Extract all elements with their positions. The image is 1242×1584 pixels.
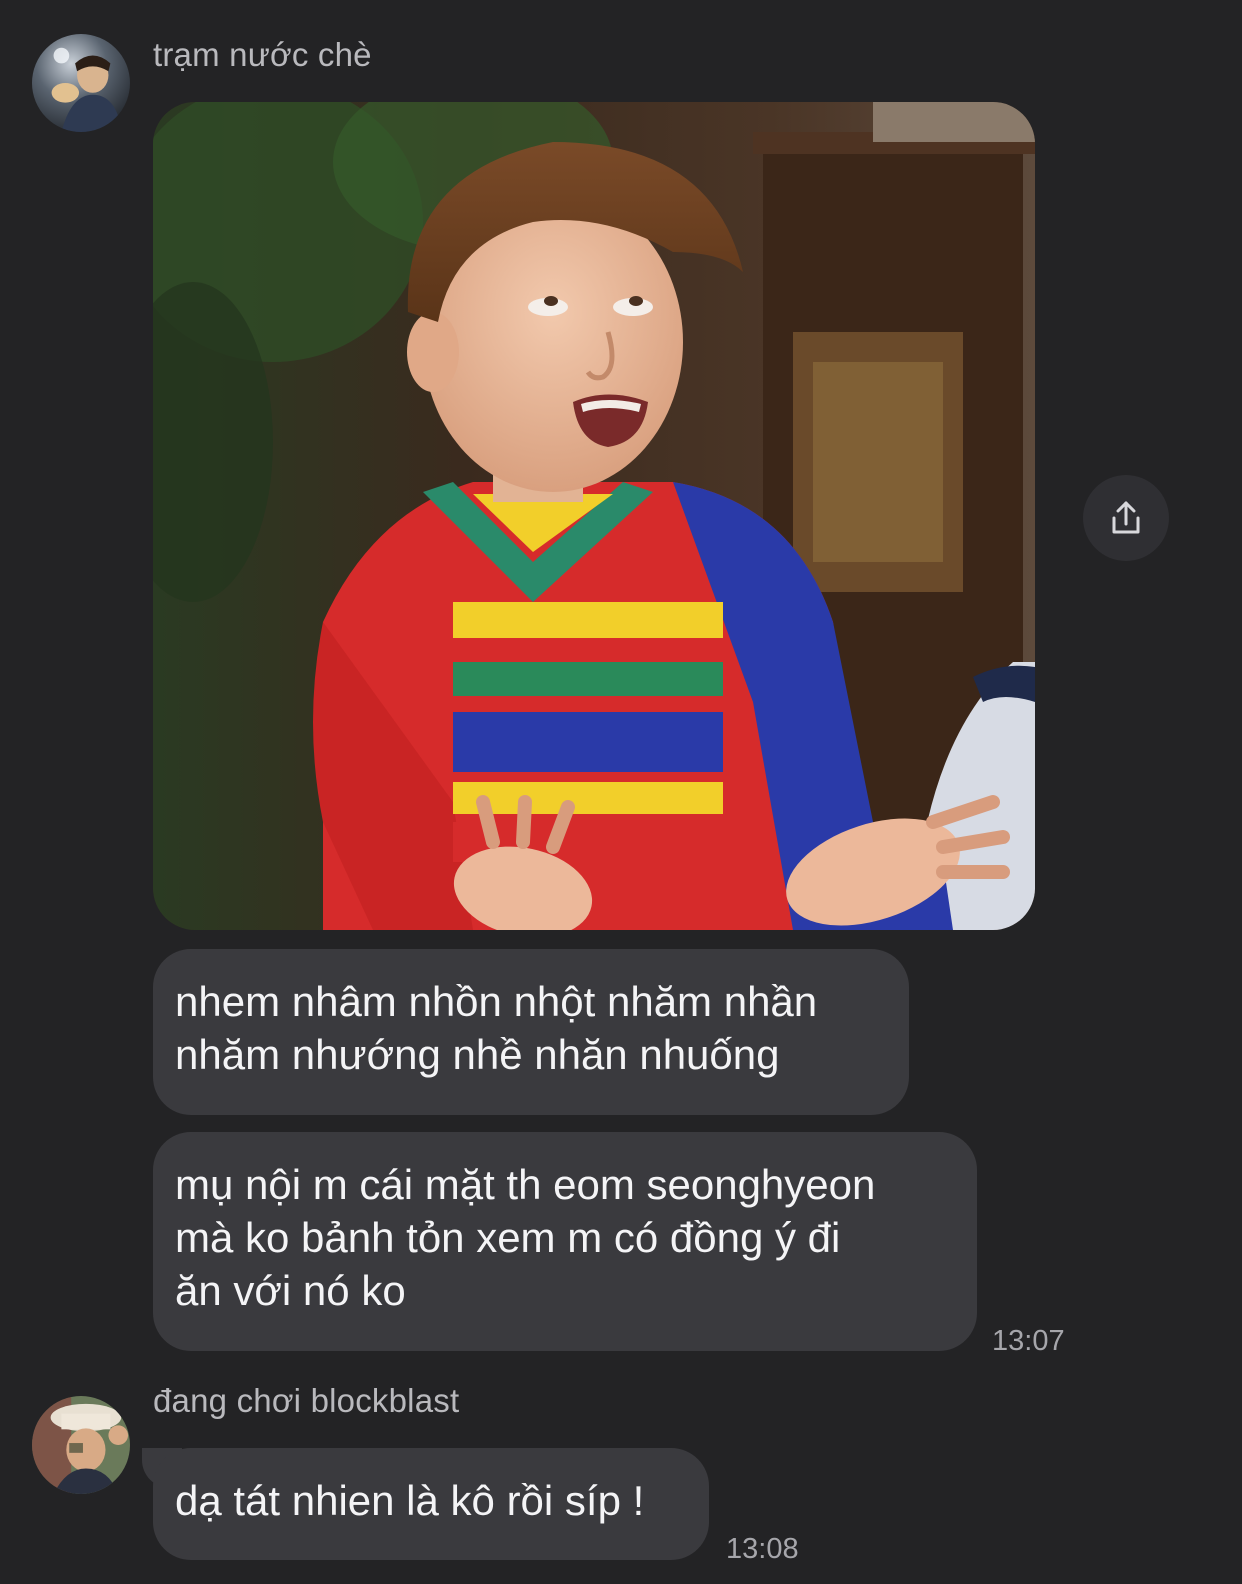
message-bubble[interactable]: nhem nhâm nhồn nhột nhăm nhần nhăm nhướn… xyxy=(153,949,909,1115)
share-icon xyxy=(1112,501,1140,534)
sender-name: đang chơi blockblast xyxy=(153,1382,460,1419)
sender-avatar[interactable] xyxy=(32,34,130,132)
sender-avatar[interactable] xyxy=(32,1396,130,1494)
meme-photo xyxy=(153,102,1035,930)
message-bubble[interactable]: mụ nội m cái mặt th eom seonghyeon mà ko… xyxy=(153,1132,977,1351)
image-attachment[interactable] xyxy=(153,102,1035,930)
avatar-photo xyxy=(32,34,130,132)
message-bubble[interactable]: dạ tát nhien là kô rồi síp ! xyxy=(153,1448,709,1560)
avatar-photo xyxy=(32,1396,130,1494)
message-time: 13:08 xyxy=(726,1533,799,1565)
sender-name: trạm nước chè xyxy=(153,36,372,73)
share-button[interactable] xyxy=(1083,475,1169,561)
message-time: 13:07 xyxy=(992,1325,1065,1357)
